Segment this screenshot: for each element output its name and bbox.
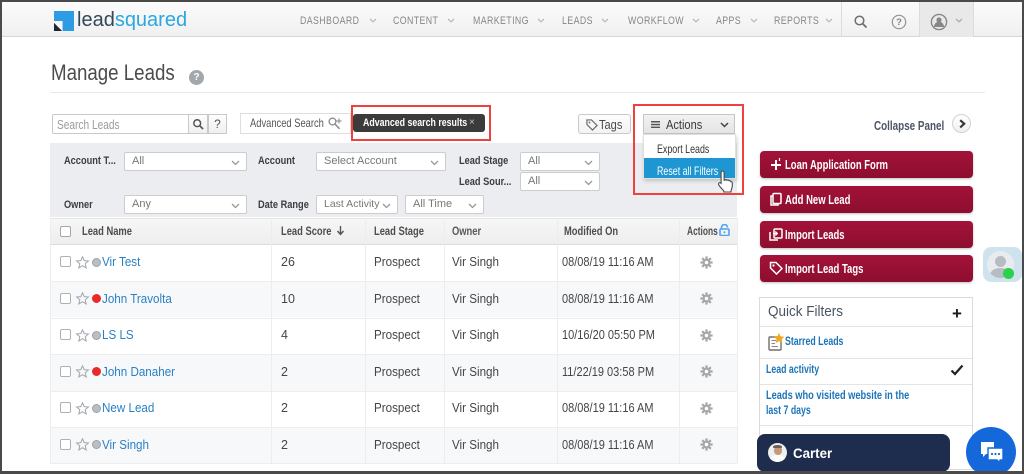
svg-text:?: ?: [896, 17, 902, 28]
